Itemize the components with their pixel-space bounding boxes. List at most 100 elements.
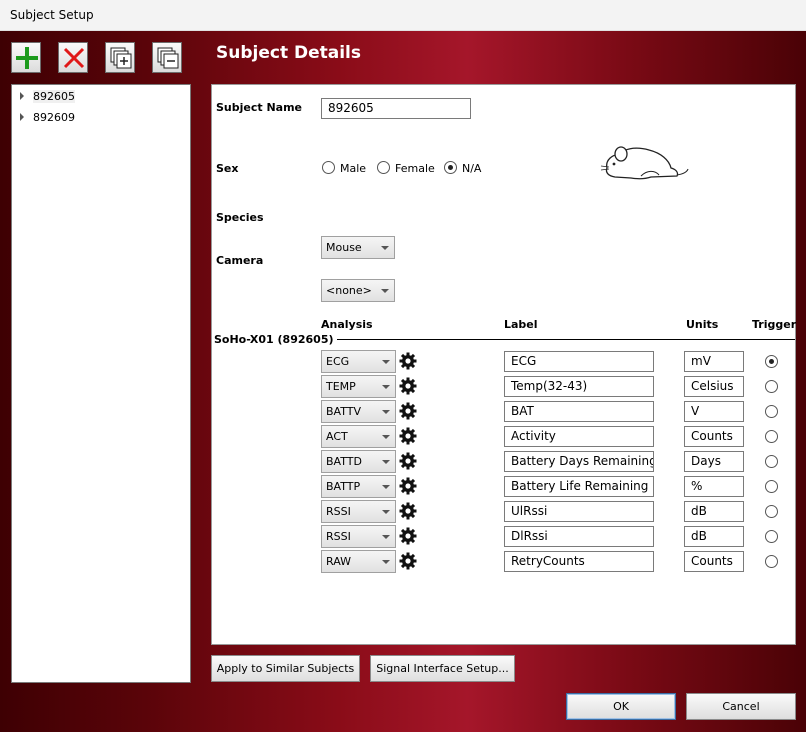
gear-icon[interactable] [399,527,417,545]
plus-icon [16,47,38,69]
red-x-icon [63,47,85,69]
gear-icon[interactable] [399,452,417,470]
gear-icon[interactable] [399,552,417,570]
units-field[interactable]: Celsius [684,376,744,397]
trigger-radio[interactable] [765,430,778,443]
collapse-all-button[interactable] [152,42,182,73]
species-label: Species [216,211,264,224]
gear-icon[interactable] [399,352,417,370]
add-subject-button[interactable] [11,42,41,73]
trigger-radio[interactable] [765,355,778,368]
label-field[interactable]: UlRssi [504,501,654,522]
window-title: Subject Setup [10,8,94,22]
sex-male-radio[interactable] [322,161,335,174]
expand-all-button[interactable] [105,42,135,73]
chevron-down-icon [382,510,390,514]
tree-item[interactable]: 892609 [20,110,75,126]
units-field[interactable]: mV [684,351,744,372]
label-field[interactable]: BAT [504,401,654,422]
units-field[interactable]: % [684,476,744,497]
units-field[interactable]: dB [684,526,744,547]
chevron-down-icon [382,410,390,414]
title-bar: Subject Setup [0,0,806,31]
gear-icon[interactable] [399,427,417,445]
trigger-radio[interactable] [765,555,778,568]
sex-male-label: Male [340,162,367,175]
chevron-down-icon [382,485,390,489]
chevron-down-icon [382,535,390,539]
sex-female-radio[interactable] [377,161,390,174]
trigger-column-header: Trigger [752,318,797,331]
mouse-icon [600,146,689,180]
camera-value: <none> [326,284,372,297]
label-field[interactable]: Activity [504,426,654,447]
analysis-select[interactable]: BATTP [321,475,396,498]
chevron-down-icon [382,460,390,464]
analysis-value: BATTD [326,455,362,468]
sex-na-label: N/A [462,162,482,175]
units-column-header: Units [686,318,719,331]
sex-label: Sex [216,162,239,175]
analysis-select[interactable]: ACT [321,425,396,448]
gear-icon[interactable] [399,502,417,520]
analysis-value: TEMP [326,380,356,393]
units-field[interactable]: Days [684,451,744,472]
analysis-value: ECG [326,355,350,368]
camera-select[interactable]: <none> [321,279,395,302]
gear-icon[interactable] [399,477,417,495]
analysis-select[interactable]: BATTD [321,450,396,473]
trigger-radio[interactable] [765,380,778,393]
cancel-button[interactable]: Cancel [686,693,796,720]
trigger-radio[interactable] [765,480,778,493]
units-field[interactable]: V [684,401,744,422]
units-field[interactable]: dB [684,501,744,522]
separator-line [320,339,795,340]
analysis-value: BATTV [326,405,361,418]
gear-icon[interactable] [399,402,417,420]
analysis-select[interactable]: ECG [321,350,396,373]
collapse-all-icon [157,47,179,69]
analysis-select[interactable]: RSSI [321,525,396,548]
expand-arrow-icon[interactable] [20,113,24,121]
expand-arrow-icon[interactable] [20,92,24,100]
trigger-radio[interactable] [765,505,778,518]
analysis-value: RAW [326,555,351,568]
units-field[interactable]: Counts [684,551,744,572]
tree-item[interactable]: 892605 [20,89,75,105]
trigger-radio[interactable] [765,455,778,468]
sex-female-label: Female [395,162,435,175]
analysis-select[interactable]: RSSI [321,500,396,523]
label-field[interactable]: ECG [504,351,654,372]
label-field[interactable]: RetryCounts [504,551,654,572]
chevron-down-icon [381,246,389,250]
label-field[interactable]: Battery Life Remaining [504,476,654,497]
label-field[interactable]: DlRssi [504,526,654,547]
sex-na-radio[interactable] [444,161,457,174]
gear-icon[interactable] [399,377,417,395]
analysis-select[interactable]: BATTV [321,400,396,423]
analysis-select[interactable]: RAW [321,550,396,573]
trigger-radio[interactable] [765,530,778,543]
signal-interface-setup-button[interactable]: Signal Interface Setup... [370,655,515,682]
dialog-body: Subject Details 892605 892609 Subject Na… [0,31,806,732]
delete-subject-button[interactable] [58,42,88,73]
species-select[interactable]: Mouse [321,236,395,259]
analysis-value: ACT [326,430,348,443]
chevron-down-icon [381,289,389,293]
subject-tree[interactable]: 892605 892609 [11,84,191,683]
label-field[interactable]: Temp(32-43) [504,376,654,397]
apply-to-similar-subjects-button[interactable]: Apply to Similar Subjects [211,655,360,682]
analysis-column-header: Analysis [321,318,373,331]
units-field[interactable]: Counts [684,426,744,447]
trigger-radio[interactable] [765,405,778,418]
label-column-header: Label [504,318,538,331]
analysis-value: RSSI [326,530,351,543]
subject-name-label: Subject Name [216,101,303,114]
label-field[interactable]: Battery Days Remaining [504,451,654,472]
subject-name-field[interactable]: 892605 [321,98,471,119]
chevron-down-icon [382,360,390,364]
expand-all-icon [110,47,132,69]
ok-button[interactable]: OK [566,693,676,720]
camera-label: Camera [216,254,264,267]
analysis-select[interactable]: TEMP [321,375,396,398]
